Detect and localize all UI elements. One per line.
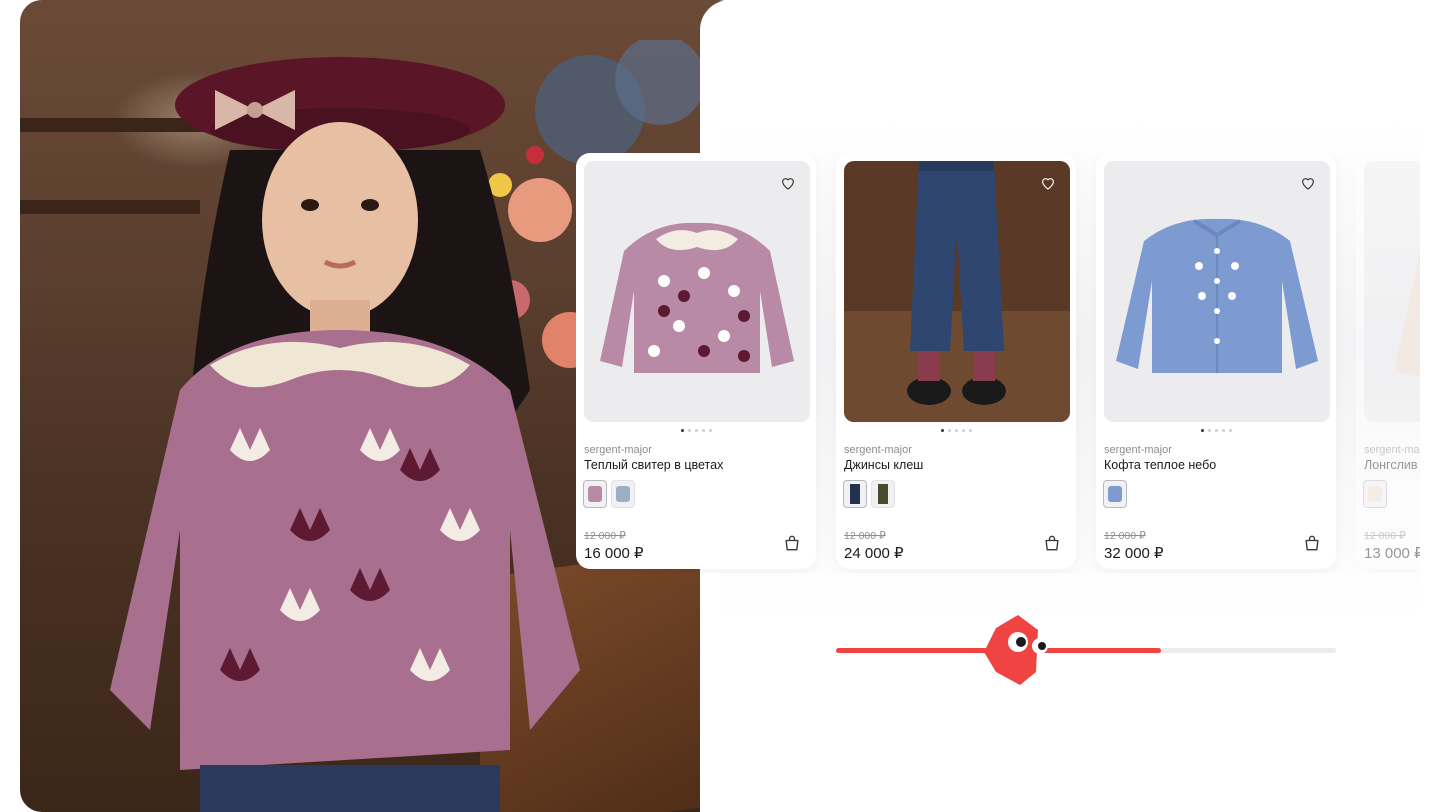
old-price: 12 000 ₽ xyxy=(844,530,886,542)
product-brand: sergent-major xyxy=(844,444,912,456)
mascot-icon[interactable] xyxy=(978,610,1054,690)
product-title[interactable]: Джинсы клеш xyxy=(844,458,923,472)
photo-pagination xyxy=(576,429,816,432)
product-photo[interactable] xyxy=(1364,161,1420,422)
color-swatch[interactable] xyxy=(611,480,635,508)
product-brand: sergent-ma xyxy=(1364,444,1420,456)
photo-pagination xyxy=(836,429,1076,432)
product-photo[interactable] xyxy=(844,161,1070,422)
jeans-image xyxy=(844,161,1070,422)
current-price: 24 000 ₽ xyxy=(844,545,904,562)
color-swatches xyxy=(1103,480,1127,508)
color-swatch[interactable] xyxy=(583,480,607,508)
current-price: 16 000 ₽ xyxy=(584,545,644,562)
basket-icon[interactable] xyxy=(782,533,802,553)
color-swatch[interactable] xyxy=(871,480,895,508)
heart-icon[interactable] xyxy=(1034,169,1062,197)
product-brand: sergent-major xyxy=(1104,444,1172,456)
photo-pagination xyxy=(1096,429,1336,432)
product-title[interactable]: Лонгслив xyxy=(1364,458,1418,472)
basket-icon[interactable] xyxy=(1302,533,1322,553)
old-price: 12 000 ₽ xyxy=(1104,530,1146,542)
current-price: 32 000 ₽ xyxy=(1104,545,1164,562)
basket-icon[interactable] xyxy=(1042,533,1062,553)
old-price: 12 000 ₽ xyxy=(1364,530,1406,542)
cardigan-image xyxy=(1104,161,1330,422)
carousel-progress[interactable] xyxy=(836,610,1336,690)
heart-icon[interactable] xyxy=(774,169,802,197)
product-title[interactable]: Кофта теплое небо xyxy=(1104,458,1216,472)
sweater-image xyxy=(584,161,810,422)
color-swatch[interactable] xyxy=(843,480,867,508)
product-carousel[interactable]: sergent-major Теплый свитер в цветах 12 … xyxy=(576,153,1420,573)
old-price: 12 000 ₽ xyxy=(584,530,626,542)
product-photo[interactable] xyxy=(1104,161,1330,422)
longsleeve-image xyxy=(1364,161,1420,422)
color-swatch[interactable] xyxy=(1363,480,1387,508)
product-brand: sergent-major xyxy=(584,444,652,456)
product-card[interactable]: sergent-major Теплый свитер в цветах 12 … xyxy=(576,153,816,569)
product-card[interactable]: sergent-major Кофта теплое небо 12 000 ₽… xyxy=(1096,153,1336,569)
product-photo[interactable] xyxy=(584,161,810,422)
color-swatches xyxy=(843,480,895,508)
product-card[interactable]: sergent-ma Лонгслив 12 000 ₽ 13 000 ₽ xyxy=(1356,153,1420,569)
color-swatches xyxy=(583,480,635,508)
color-swatch[interactable] xyxy=(1103,480,1127,508)
current-price: 13 000 ₽ xyxy=(1364,545,1420,562)
color-swatches xyxy=(1363,480,1387,508)
product-card[interactable]: sergent-major Джинсы клеш 12 000 ₽ 24 00… xyxy=(836,153,1076,569)
heart-icon[interactable] xyxy=(1294,169,1322,197)
product-title[interactable]: Теплый свитер в цветах xyxy=(584,458,723,472)
girl-figure xyxy=(110,57,580,812)
